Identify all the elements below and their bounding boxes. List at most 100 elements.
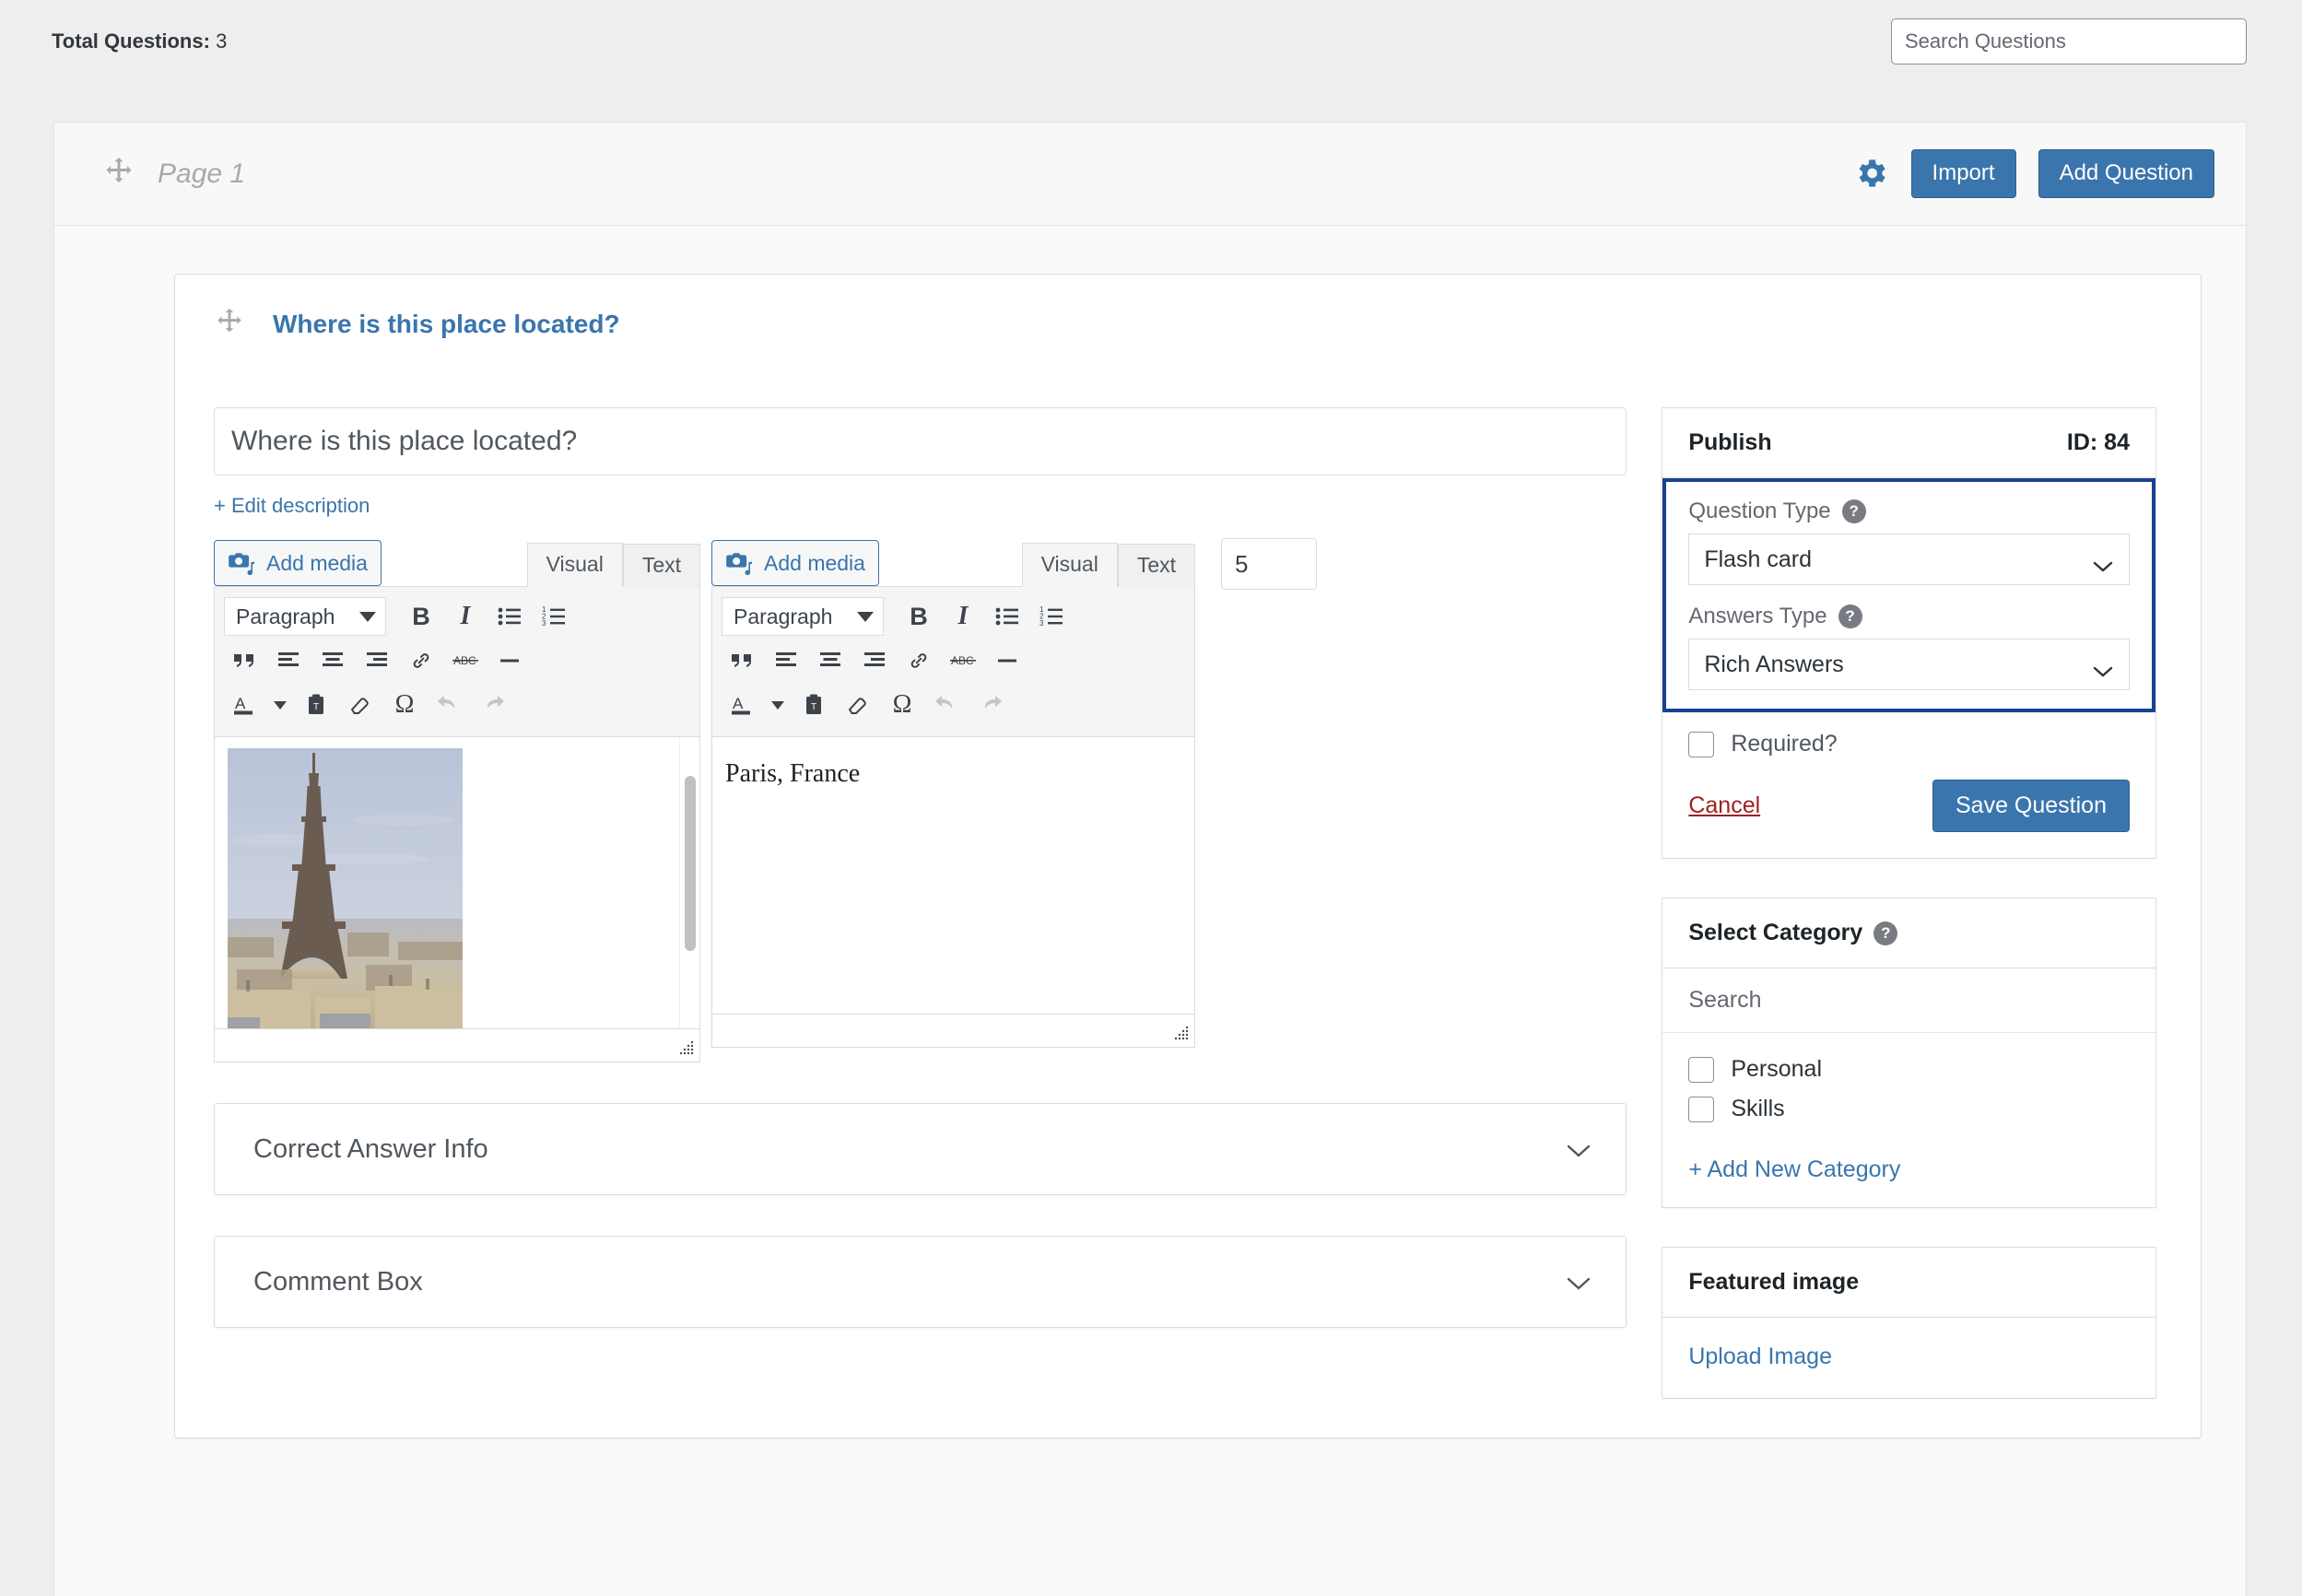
answers-type-select[interactable]: Rich Answers <box>1688 639 2130 690</box>
publish-title: Publish <box>1688 429 1772 455</box>
align-center-icon[interactable] <box>312 640 353 681</box>
help-icon[interactable]: ? <box>1873 921 1898 945</box>
add-media-button[interactable]: Add media <box>214 540 382 586</box>
clear-formatting-icon[interactable] <box>838 685 878 725</box>
cancel-link[interactable]: Cancel <box>1688 792 1760 819</box>
bulleted-list-icon[interactable] <box>987 596 1028 637</box>
move-icon[interactable] <box>214 306 245 343</box>
resize-handle-icon[interactable] <box>1170 1024 1191 1044</box>
blockquote-icon[interactable] <box>722 640 762 681</box>
edit-description-link[interactable]: + Edit description <box>214 494 370 518</box>
add-media-button[interactable]: Add media <box>711 540 879 586</box>
correct-answer-info-accordion[interactable]: Correct Answer Info <box>214 1103 1627 1195</box>
resize-handle-icon[interactable] <box>675 1039 696 1059</box>
upload-image-link[interactable]: Upload Image <box>1662 1318 2155 1398</box>
total-questions-value: 3 <box>216 29 228 53</box>
save-question-button[interactable]: Save Question <box>1932 780 2130 832</box>
question-editor-content[interactable] <box>215 737 699 1028</box>
italic-icon[interactable]: I <box>943 596 983 637</box>
blockquote-icon[interactable] <box>224 640 264 681</box>
add-new-category-link[interactable]: + Add New Category <box>1662 1136 2155 1207</box>
page-title: Page 1 <box>158 158 246 189</box>
category-item-skills[interactable]: Skills <box>1688 1089 2130 1129</box>
format-select-value: Paragraph <box>236 604 335 628</box>
format-select[interactable]: Paragraph <box>224 597 386 636</box>
category-item-personal[interactable]: Personal <box>1688 1050 2130 1089</box>
undo-icon[interactable] <box>926 685 967 725</box>
align-left-icon[interactable] <box>268 640 309 681</box>
question-type-value: Flash card <box>1704 546 1813 572</box>
redo-icon[interactable] <box>970 685 1011 725</box>
chevron-down-icon <box>2092 553 2114 572</box>
accordion-label: Comment Box <box>253 1266 423 1297</box>
editor-statusbar <box>712 1014 1194 1047</box>
tab-text[interactable]: Text <box>1117 544 1195 587</box>
category-checkbox[interactable] <box>1688 1096 1715 1122</box>
special-character-icon[interactable]: Ω <box>882 685 922 725</box>
align-right-icon[interactable] <box>357 640 397 681</box>
editor-tabs: Visual Text <box>526 542 700 587</box>
paste-as-text-icon[interactable]: T <box>296 685 336 725</box>
gear-icon[interactable] <box>1852 155 1889 192</box>
horizontal-rule-icon[interactable] <box>489 640 530 681</box>
paste-as-text-icon[interactable]: T <box>793 685 834 725</box>
import-button[interactable]: Import <box>1910 149 2016 198</box>
answers-type-value: Rich Answers <box>1704 651 1844 677</box>
category-checkbox[interactable] <box>1688 1056 1715 1083</box>
featured-image-title: Featured image <box>1688 1269 1860 1295</box>
total-questions: Total Questions: 3 <box>52 29 227 53</box>
comment-box-accordion[interactable]: Comment Box <box>214 1236 1627 1328</box>
question-card-title[interactable]: Where is this place located? <box>273 310 620 339</box>
search-questions-input[interactable] <box>1891 18 2247 65</box>
align-left-icon[interactable] <box>766 640 806 681</box>
horizontal-rule-icon[interactable] <box>987 640 1028 681</box>
chevron-down-icon <box>857 611 874 622</box>
question-card: Where is this place located? + Edit desc… <box>174 274 2202 1438</box>
bold-icon[interactable]: B <box>898 596 939 637</box>
strikethrough-icon[interactable]: ABC <box>445 640 486 681</box>
required-row[interactable]: Required? <box>1662 712 2155 757</box>
text-color-icon[interactable]: A <box>224 685 264 725</box>
select-category-box: Select Category ? Personal Skills <box>1662 898 2156 1208</box>
clear-formatting-icon[interactable] <box>340 685 381 725</box>
bold-icon[interactable]: B <box>401 596 441 637</box>
answer-editor-box: Paragraph B I 123 ABC A T Ω Paris, Franc… <box>711 586 1195 1048</box>
format-select[interactable]: Paragraph <box>722 597 884 636</box>
text-color-dropdown-icon[interactable] <box>766 685 790 725</box>
answer-text[interactable]: Paris, France <box>712 737 1194 1014</box>
align-right-icon[interactable] <box>854 640 895 681</box>
scrollbar-thumb[interactable] <box>684 776 696 951</box>
chevron-down-icon[interactable] <box>1565 1273 1592 1290</box>
text-color-icon[interactable]: A <box>722 685 762 725</box>
question-editor-canvas[interactable] <box>215 737 679 1028</box>
italic-icon[interactable]: I <box>445 596 486 637</box>
tab-visual[interactable]: Visual <box>526 543 623 587</box>
numbered-list-icon[interactable]: 123 <box>1031 596 1072 637</box>
text-color-dropdown-icon[interactable] <box>268 685 292 725</box>
redo-icon[interactable] <box>473 685 513 725</box>
strikethrough-icon[interactable]: ABC <box>943 640 983 681</box>
eiffel-tower-image <box>228 748 463 1028</box>
add-question-button[interactable]: Add Question <box>2038 149 2214 198</box>
undo-icon[interactable] <box>429 685 469 725</box>
question-type-select[interactable]: Flash card <box>1688 534 2130 585</box>
align-center-icon[interactable] <box>810 640 851 681</box>
featured-image-header: Featured image <box>1662 1248 2155 1318</box>
chevron-down-icon[interactable] <box>1565 1141 1592 1157</box>
link-icon[interactable] <box>898 640 939 681</box>
bulleted-list-icon[interactable] <box>489 596 530 637</box>
move-icon[interactable] <box>102 155 135 194</box>
answer-editor-content[interactable]: Paris, France <box>712 737 1194 1014</box>
special-character-icon[interactable]: Ω <box>384 685 425 725</box>
tab-text[interactable]: Text <box>622 544 700 587</box>
help-icon[interactable]: ? <box>1841 499 1866 523</box>
editor-scrollbar[interactable] <box>679 737 699 1028</box>
link-icon[interactable] <box>401 640 441 681</box>
required-checkbox[interactable] <box>1688 731 1715 757</box>
numbered-list-icon[interactable]: 123 <box>534 596 574 637</box>
points-input[interactable] <box>1221 538 1317 590</box>
help-icon[interactable]: ? <box>1838 604 1862 628</box>
category-search-input[interactable] <box>1662 968 2155 1033</box>
tab-visual[interactable]: Visual <box>1021 543 1118 587</box>
question-title-input[interactable] <box>214 407 1627 475</box>
